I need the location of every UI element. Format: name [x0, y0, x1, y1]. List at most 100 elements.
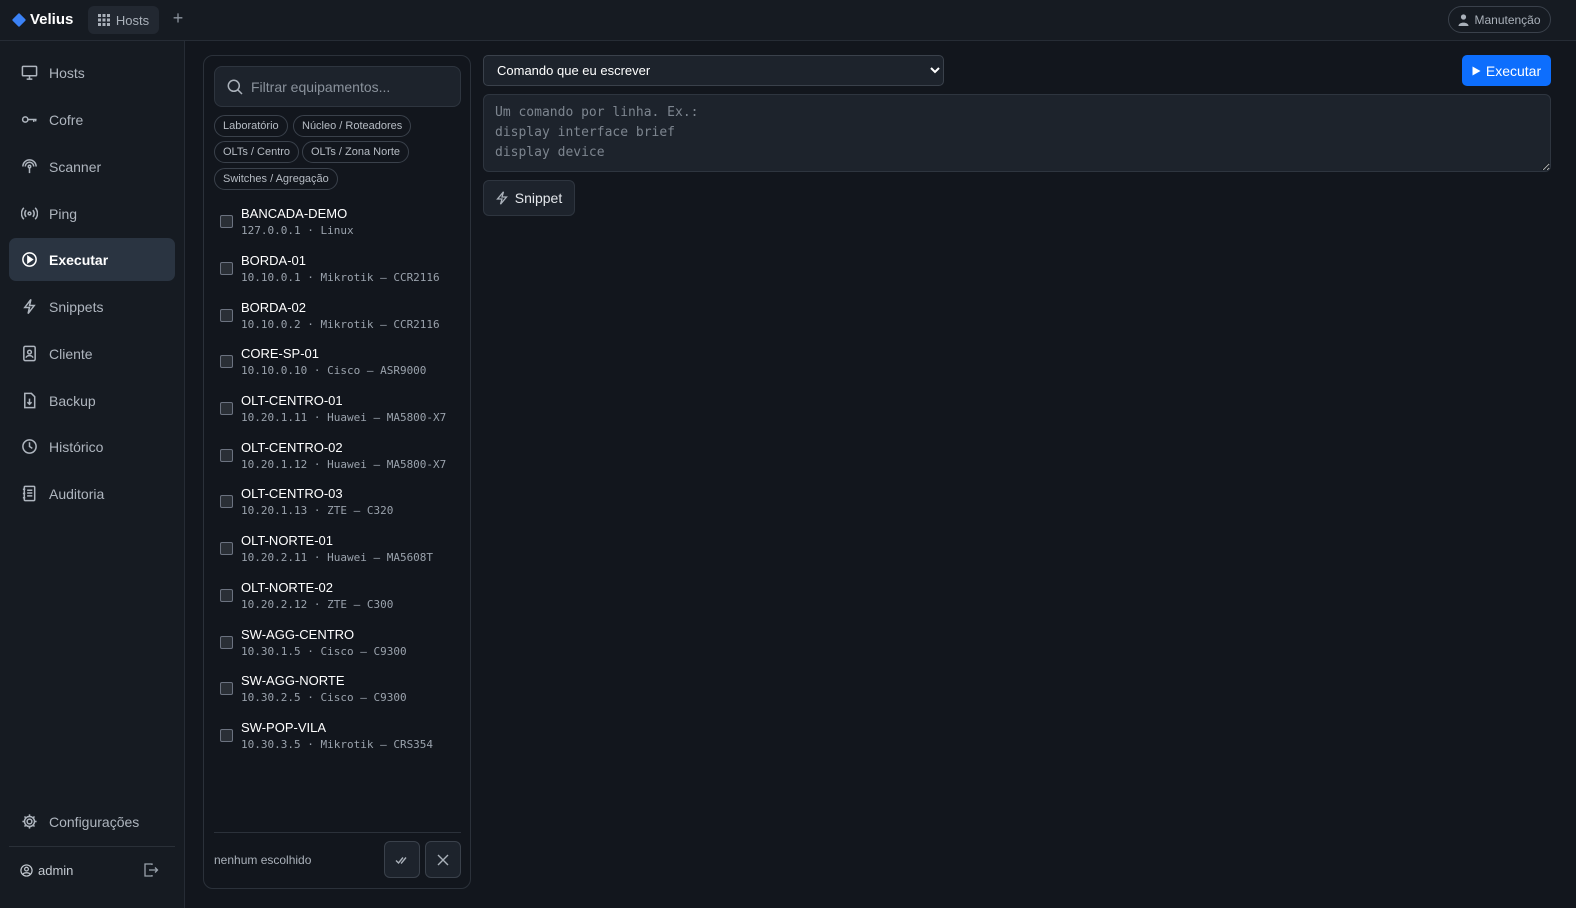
journal-icon: [20, 485, 38, 503]
host-detail: 10.20.2.11 · Huawei — MA5608T: [241, 551, 434, 564]
host-name: CORE-SP-01: [241, 346, 320, 361]
sidebar-item-hosts[interactable]: Hosts: [9, 51, 175, 94]
host-detail: 10.30.1.5 · Cisco — C9300: [241, 645, 407, 658]
host-row[interactable]: SW-AGG-CENTRO 10.30.1.5 · Cisco — C9300: [220, 627, 460, 667]
sidebar-item-cofre[interactable]: Cofre: [9, 98, 175, 141]
host-checkbox[interactable]: [220, 402, 233, 415]
brand[interactable]: Velius: [11, 11, 73, 28]
host-detail: 10.30.3.5 · Mikrotik — CRS354: [241, 738, 434, 751]
clear-selection-button[interactable]: [425, 841, 461, 878]
group-chip-nucleo[interactable]: Núcleo / Roteadores: [293, 115, 412, 137]
host-row[interactable]: OLT-NORTE-02 10.20.2.12 · ZTE — C300: [220, 580, 460, 620]
host-name: OLT-NORTE-01: [241, 533, 333, 548]
host-detail: 10.10.0.10 · Cisco — ASR9000: [241, 364, 427, 377]
play-icon: [1472, 66, 1481, 75]
sidebar-item-label: Configurações: [49, 813, 140, 830]
sidebar-item-cliente[interactable]: Cliente: [9, 332, 175, 375]
tab-hosts-label: Hosts: [115, 12, 150, 28]
search-input[interactable]: [251, 78, 451, 95]
sidebar-item-label: Hosts: [49, 64, 85, 81]
host-checkbox[interactable]: [220, 495, 233, 508]
host-row[interactable]: BORDA-01 10.10.0.1 · Mikrotik — CCR2116: [220, 253, 460, 293]
file-arrow-icon: [20, 392, 38, 410]
host-row[interactable]: SW-POP-VILA 10.30.3.5 · Mikrotik — CRS354: [220, 720, 460, 760]
sidebar-item-historico[interactable]: Histórico: [9, 425, 175, 468]
panel-footer-divider: [214, 832, 461, 833]
person-badge-icon: [20, 345, 38, 363]
group-chip-olts-centro[interactable]: OLTs / Centro: [214, 141, 300, 163]
lightning-icon: [20, 298, 38, 316]
host-name: BORDA-02: [241, 300, 307, 315]
broadcast-icon: [20, 205, 38, 223]
group-chip-laboratorio[interactable]: Laboratório: [214, 115, 288, 137]
logout-icon[interactable]: [143, 862, 159, 878]
host-checkbox[interactable]: [220, 636, 233, 649]
sidebar-item-auditoria[interactable]: Auditoria: [9, 472, 175, 515]
maintenance-button[interactable]: Manutenção: [1448, 6, 1551, 33]
host-checkbox[interactable]: [220, 542, 233, 555]
select-all-button[interactable]: [384, 841, 420, 878]
top-bar: Velius Hosts + Manutenção: [0, 0, 1576, 41]
host-checkbox[interactable]: [220, 215, 233, 228]
snippet-label: Snippet: [514, 190, 563, 206]
host-row[interactable]: SW-AGG-NORTE 10.30.2.5 · Cisco — C9300: [220, 673, 460, 713]
host-row[interactable]: OLT-CENTRO-01 10.20.1.11 · Huawei — MA580…: [220, 393, 460, 433]
sidebar-item-configuracoes[interactable]: Configurações: [9, 800, 175, 843]
sidebar-item-label: Histórico: [49, 438, 104, 455]
lightning-icon: [495, 191, 508, 205]
host-checkbox[interactable]: [220, 449, 233, 462]
host-row[interactable]: OLT-CENTRO-03 10.20.1.13 · ZTE — C320: [220, 486, 460, 526]
host-detail: 10.20.1.13 · ZTE — C320: [241, 504, 394, 517]
add-tab-button[interactable]: +: [170, 8, 186, 29]
group-chip-switches[interactable]: Switches / Agregação: [214, 168, 338, 190]
sidebar: Hosts Cofre Scanner Ping Executar Snippe…: [0, 41, 185, 908]
clock-icon: [20, 438, 38, 456]
host-checkbox[interactable]: [220, 262, 233, 275]
search-icon: [227, 79, 243, 95]
sidebar-item-ping[interactable]: Ping: [9, 192, 175, 235]
host-row[interactable]: BANCADA-DEMO 127.0.0.1 · Linux: [220, 206, 460, 246]
tab-hosts[interactable]: Hosts: [88, 6, 159, 34]
sidebar-item-scanner[interactable]: Scanner: [9, 145, 175, 188]
host-row[interactable]: OLT-NORTE-01 10.20.2.11 · Huawei — MA5608…: [220, 533, 460, 573]
host-name: BANCADA-DEMO: [241, 206, 348, 221]
host-checkbox[interactable]: [220, 309, 233, 322]
host-name: OLT-CENTRO-01: [241, 393, 343, 408]
sidebar-item-backup[interactable]: Backup: [9, 379, 175, 422]
host-checkbox[interactable]: [220, 682, 233, 695]
sidebar-item-label: Scanner: [49, 158, 102, 175]
host-name: OLT-CENTRO-03: [241, 486, 343, 501]
group-chip-olts-norte[interactable]: OLTs / Zona Norte: [302, 141, 410, 163]
snippet-button[interactable]: Snippet: [483, 180, 575, 216]
host-search[interactable]: [214, 66, 461, 107]
gear-icon: [20, 813, 38, 831]
host-checkbox[interactable]: [220, 589, 233, 602]
host-checkbox[interactable]: [220, 729, 233, 742]
command-textarea[interactable]: [483, 94, 1551, 172]
host-detail: 10.20.1.12 · Huawei — MA5800-X7: [241, 458, 447, 471]
host-row[interactable]: CORE-SP-01 10.10.0.10 · Cisco — ASR9000: [220, 346, 460, 386]
host-row[interactable]: OLT-CENTRO-02 10.20.1.12 · Huawei — MA580…: [220, 440, 460, 480]
host-detail: 10.10.0.2 · Mikrotik — CCR2116: [241, 318, 440, 331]
sidebar-item-label: Auditoria: [49, 485, 105, 502]
command-mode-select[interactable]: Comando que eu escrever: [483, 55, 944, 86]
host-name: OLT-NORTE-02: [241, 580, 333, 595]
host-detail: 10.10.0.1 · Mikrotik — CCR2116: [241, 271, 440, 284]
user-circle-icon: [20, 864, 33, 877]
user-name: admin: [38, 863, 74, 878]
sidebar-item-executar[interactable]: Executar: [9, 238, 175, 281]
sidebar-item-snippets[interactable]: Snippets: [9, 285, 175, 328]
execute-button[interactable]: Executar: [1462, 55, 1551, 86]
host-detail: 127.0.0.1 · Linux: [241, 224, 354, 237]
host-detail: 10.30.2.5 · Cisco — C9300: [241, 691, 407, 704]
host-checkbox[interactable]: [220, 355, 233, 368]
host-name: SW-AGG-CENTRO: [241, 627, 355, 642]
user-menu[interactable]: admin: [20, 863, 73, 878]
host-name: OLT-CENTRO-02: [241, 440, 343, 455]
selection-status: nenhum escolhido: [214, 853, 312, 867]
host-name: SW-AGG-NORTE: [241, 673, 345, 688]
radar-icon: [20, 158, 38, 176]
host-detail: 10.20.1.11 · Huawei — MA5800-X7: [241, 411, 447, 424]
maintenance-label: Manutenção: [1474, 12, 1541, 27]
host-row[interactable]: BORDA-02 10.10.0.2 · Mikrotik — CCR2116: [220, 300, 460, 340]
